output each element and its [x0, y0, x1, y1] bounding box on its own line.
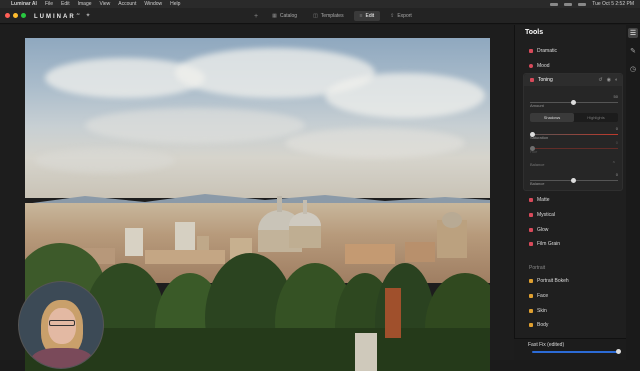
dramatic-icon	[529, 49, 533, 53]
tab-shadows[interactable]: Shadows	[530, 113, 574, 122]
app-toolbar: LUMINARAI ✦ + ▦ Catalog ◫ Templates ≡ Edit …	[0, 8, 640, 24]
tool-face[interactable]: Face	[529, 293, 548, 299]
glow-icon	[529, 228, 533, 232]
glasses-icon	[49, 320, 75, 326]
menu-edit[interactable]: Edit	[61, 1, 70, 7]
history-icon[interactable]: ◷	[628, 64, 638, 74]
shadows-highlights-toggle: Shadows Highlights	[530, 113, 618, 122]
window-controls	[5, 13, 26, 18]
tool-skin[interactable]: Skin	[529, 308, 547, 314]
brush-icon[interactable]: ✎	[628, 46, 638, 56]
face-icon	[529, 294, 533, 298]
toning-tool: Toning ↺ ◉ ◐ Amount 50 Shadows Highlight…	[523, 73, 623, 191]
menu-view[interactable]: View	[100, 1, 111, 7]
amount-slider[interactable]: Amount 50	[530, 94, 618, 112]
tool-matte[interactable]: Matte	[529, 197, 550, 203]
add-icon[interactable]: +	[254, 13, 258, 20]
battery-icon[interactable]	[550, 2, 559, 6]
balance-slider[interactable]: Balance 0	[530, 172, 618, 190]
body-icon	[529, 323, 533, 327]
template-amount-bar[interactable]	[532, 351, 620, 353]
template-amount-knob[interactable]	[616, 349, 621, 354]
tool-mystical[interactable]: Mystical	[529, 212, 555, 218]
templates-icon: ◫	[313, 13, 318, 19]
visibility-icon[interactable]: ◉	[607, 77, 611, 83]
chevron-up-icon[interactable]: ⌃	[612, 161, 616, 167]
wifi-icon[interactable]	[564, 2, 573, 6]
webcam-overlay	[18, 281, 104, 369]
tool-dramatic[interactable]: Dramatic	[529, 48, 557, 54]
hue-knob[interactable]	[530, 146, 535, 151]
template-bar: Fast Fix (edited)	[514, 338, 626, 360]
portrait-section: Portrait	[529, 265, 546, 271]
balance-knob[interactable]	[571, 178, 576, 183]
mode-tabs: + ▦ Catalog ◫ Templates ≡ Edit ⇪ Export	[254, 11, 418, 21]
skin-icon	[529, 309, 533, 313]
app-logo: LUMINARAI	[34, 11, 80, 20]
tab-templates[interactable]: ◫ Templates	[307, 11, 350, 21]
sliders-icon[interactable]: ☰	[628, 28, 638, 38]
saturation-knob[interactable]	[530, 132, 535, 137]
menu-bar: Luminar AI File Edit Image View Account …	[0, 0, 640, 8]
toning-header[interactable]: Toning ↺ ◉ ◐	[524, 74, 622, 86]
menu-file[interactable]: File	[45, 1, 53, 7]
minimize-button[interactable]	[13, 13, 18, 18]
tool-mood[interactable]: Mood	[529, 63, 550, 69]
undo-icon[interactable]: ↺	[598, 77, 602, 83]
tool-film-grain[interactable]: Film Grain	[529, 241, 560, 247]
menu-image[interactable]: Image	[78, 1, 92, 7]
zoom-button[interactable]	[21, 13, 26, 18]
hue-slider[interactable]: Hue 0	[530, 140, 618, 158]
template-label[interactable]: Fast Fix (edited)	[528, 342, 564, 348]
tool-body[interactable]: Body	[529, 322, 548, 328]
portrait-bokeh-icon	[529, 279, 533, 283]
status-area: Tue Oct 5 2:52 PM	[550, 1, 634, 7]
image-canvas	[0, 25, 514, 371]
menu-help[interactable]: Help	[170, 1, 180, 7]
edit-icon: ≡	[359, 13, 363, 19]
tool-portrait-bokeh[interactable]: Portrait Bokeh	[529, 278, 569, 284]
mystical-icon	[529, 213, 533, 217]
balance-section[interactable]: Balance	[530, 162, 544, 167]
clock[interactable]: Tue Oct 5 2:52 PM	[592, 1, 634, 7]
catalog-icon: ▦	[272, 13, 277, 19]
tab-edit[interactable]: ≡ Edit	[353, 11, 381, 21]
tools-rail: ☰ ✎ ◷	[626, 25, 640, 360]
tab-catalog[interactable]: ▦ Catalog	[266, 11, 303, 21]
menu-app[interactable]: Luminar AI	[11, 1, 37, 7]
export-icon: ⇪	[390, 13, 395, 19]
matte-icon	[529, 198, 533, 202]
tab-export[interactable]: ⇪ Export	[384, 11, 418, 21]
menu-account[interactable]: Account	[118, 1, 136, 7]
close-button[interactable]	[5, 13, 10, 18]
toning-icon	[530, 78, 534, 82]
film-grain-icon	[529, 242, 533, 246]
tab-highlights[interactable]: Highlights	[574, 113, 618, 122]
mood-icon	[529, 64, 533, 68]
magic-wand-icon[interactable]: ✦	[86, 12, 91, 19]
panel-title: Tools	[525, 29, 544, 36]
tools-panel: Tools Dramatic Mood Toning ↺ ◉ ◐ Amount …	[514, 25, 626, 360]
tool-glow[interactable]: Glow	[529, 227, 548, 233]
mask-icon[interactable]: ◐	[615, 77, 618, 83]
menu-window[interactable]: Window	[144, 1, 162, 7]
control-center-icon[interactable]	[578, 2, 587, 6]
amount-knob[interactable]	[571, 100, 576, 105]
